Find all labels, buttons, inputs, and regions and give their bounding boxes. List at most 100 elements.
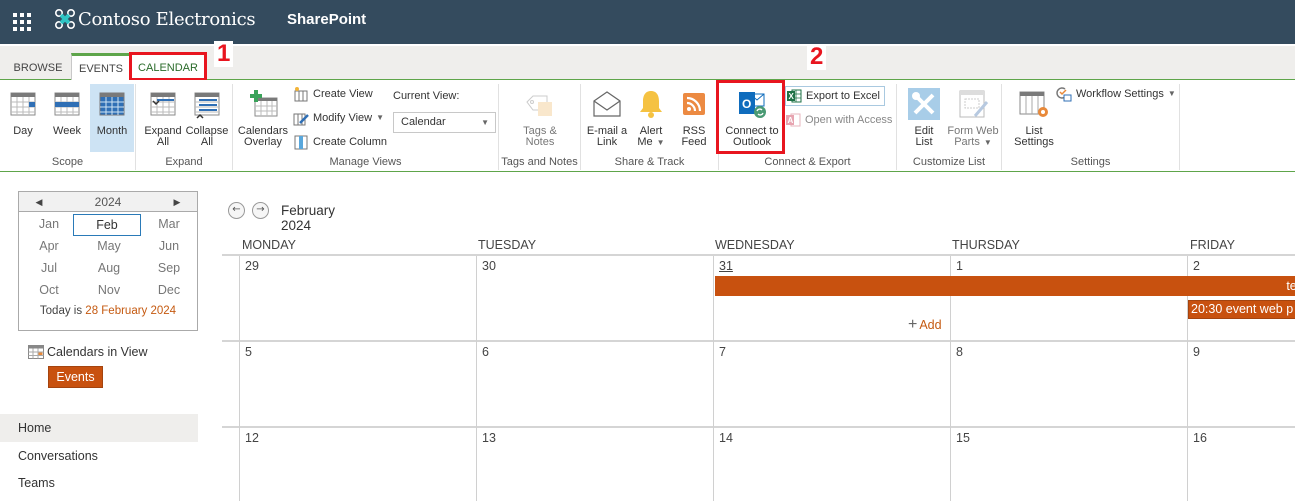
export-to-excel-button[interactable]: X Export to Excel [785,86,885,106]
day-button[interactable]: Day [1,84,45,137]
calendars-in-view-label: Calendars in View [47,345,148,359]
day-cell-number: 15 [956,431,970,445]
nav-item-conversations[interactable]: Conversations [0,442,198,470]
month-picker-oct[interactable]: Oct [19,280,79,302]
calendars-in-view: Calendars in View [28,345,148,359]
weekday-header-tuesday: TUESDAY [478,238,537,252]
month-button[interactable]: Month [90,84,134,152]
current-view-dropdown[interactable]: Calendar ▼ [393,112,496,133]
plus-icon: + [908,316,918,333]
workflow-settings-label: Workflow Settings [1076,88,1164,100]
app-launcher-waffle-icon[interactable] [13,13,31,31]
tags-notes-label-2: Notes [525,136,555,148]
tab-events[interactable]: EVENTS [71,53,131,82]
workflow-settings-button[interactable]: Workflow Settings ▼ [1056,85,1176,103]
form-web-parts-label-2: Parts [954,136,980,148]
rss-icon [683,93,705,115]
edit-list-tools-icon [908,88,940,120]
group-label-share-track: Share & Track [614,156,685,168]
create-column-label: Create Column [313,136,387,148]
workflow-dropdown-icon: ▼ [1167,89,1176,98]
site-logo[interactable]: Contoso Electronics [54,8,256,30]
month-picker-dec[interactable]: Dec [139,280,199,302]
modify-view-button[interactable]: Modify View ▼ [293,109,384,127]
week-label: Week [53,125,81,137]
ribbon-group-scope: Day Week Month Scope [0,84,136,170]
create-column-button[interactable]: Create Column [293,133,387,151]
suite-name[interactable]: SharePoint [287,11,366,28]
outlook-sync-icon: O [739,92,766,118]
month-picker-may[interactable]: May [79,236,139,258]
weekday-header-friday: FRIDAY [1190,238,1235,252]
collapse-all-label-2: All [200,136,214,148]
month-picker-nov[interactable]: Nov [79,280,139,302]
month-picker-jan[interactable]: Jan [19,214,79,236]
calendar-event-multiday[interactable]: tes [715,276,1295,296]
form-web-parts-dropdown-icon: ▼ [983,138,992,147]
month-picker: ◀ 2024 ▶ Jan Feb Mar Apr May Jun Jul Aug Sep Oct N… [18,191,198,331]
create-column-icon [294,135,308,150]
day-cell-number: 13 [482,431,496,445]
connect-to-outlook-button[interactable]: O Connect to Outlook [721,84,783,148]
svg-text:A: A [788,116,794,125]
ribbon-group-expand: Expand All Collapse All Expand [136,84,233,170]
expand-all-button[interactable]: Expand All [141,84,185,148]
add-event-link[interactable]: + Add [908,316,942,333]
list-settings-button[interactable]: List Settings [1010,84,1058,148]
ribbon: Day Week Month Scope Expand All Collapse… [0,80,1295,172]
previous-year-arrow-icon[interactable]: ◀ [31,192,47,212]
month-picker-aug[interactable]: Aug [79,258,139,280]
suite-bar: Contoso Electronics SharePoint [0,0,1295,44]
month-picker-jul[interactable]: Jul [19,258,79,280]
list-settings-label-2: Settings [1014,136,1054,148]
week-button[interactable]: Week [45,84,89,137]
month-picker-feb[interactable]: Feb [73,214,141,236]
day-cell-number-today-link[interactable]: 31 [719,259,733,273]
calendar-grid-icon [28,345,44,359]
svg-text:X: X [789,92,795,101]
calendar-week-icon [54,92,80,116]
group-label-connect-export: Connect & Export [764,156,851,168]
calendars-overlay-button[interactable]: Calendars Overlay [237,84,289,148]
month-picker-jun[interactable]: Jun [139,236,199,258]
month-picker-mar[interactable]: Mar [139,214,199,236]
weekday-header-monday: MONDAY [242,238,296,252]
today-date-link[interactable]: 28 February 2024 [85,305,176,317]
month-picker-apr[interactable]: Apr [19,236,79,258]
workflow-settings-icon [1056,87,1072,102]
tab-browse[interactable]: BROWSE [9,53,67,81]
week-divider [222,426,1295,428]
expand-all-label-2: All [156,136,170,148]
open-with-access-button[interactable]: A Open with Access [785,111,892,129]
modify-view-dropdown-icon: ▼ [376,113,385,122]
day-divider [713,256,714,501]
create-view-button[interactable]: Create View [293,85,373,103]
collapse-all-button[interactable]: Collapse All [185,84,229,148]
form-web-parts-button[interactable]: Form Web Parts ▼ [947,84,999,148]
tags-notes-button[interactable]: Tags & Notes [518,84,562,148]
tab-calendar[interactable]: CALENDAR [131,53,205,82]
modify-view-icon [293,113,309,126]
next-year-arrow-icon[interactable]: ▶ [169,192,185,212]
alert-me-button[interactable]: Alert Me ▼ [629,84,673,148]
nav-item-home[interactable]: Home [0,414,198,442]
annotation-number-1: 1 [214,41,234,67]
previous-month-arrow-icon[interactable]: ← [228,202,245,219]
excel-icon: X [787,89,802,103]
bell-icon [640,91,662,118]
calendars-overlay-icon [250,90,278,117]
edit-list-button[interactable]: Edit List [902,84,946,148]
calendar-event[interactable]: 20:30 event web p [1188,300,1295,319]
month-picker-sep[interactable]: Sep [139,258,199,280]
events-calendar-chip[interactable]: Events [48,366,103,388]
next-month-arrow-icon[interactable]: → [252,202,269,219]
envelope-icon [593,91,621,117]
current-view-value: Calendar [401,116,446,128]
ribbon-group-settings: List Settings Workflow Settings ▼ Settin… [1002,84,1180,170]
day-cell-number: 14 [719,431,733,445]
tags-notes-icon [526,95,552,116]
nav-item-teams[interactable]: Teams [0,469,198,497]
site-name: Contoso Electronics [78,8,256,30]
email-link-button[interactable]: E-mail a Link [584,84,630,148]
rss-feed-button[interactable]: RSS Feed [672,84,716,148]
